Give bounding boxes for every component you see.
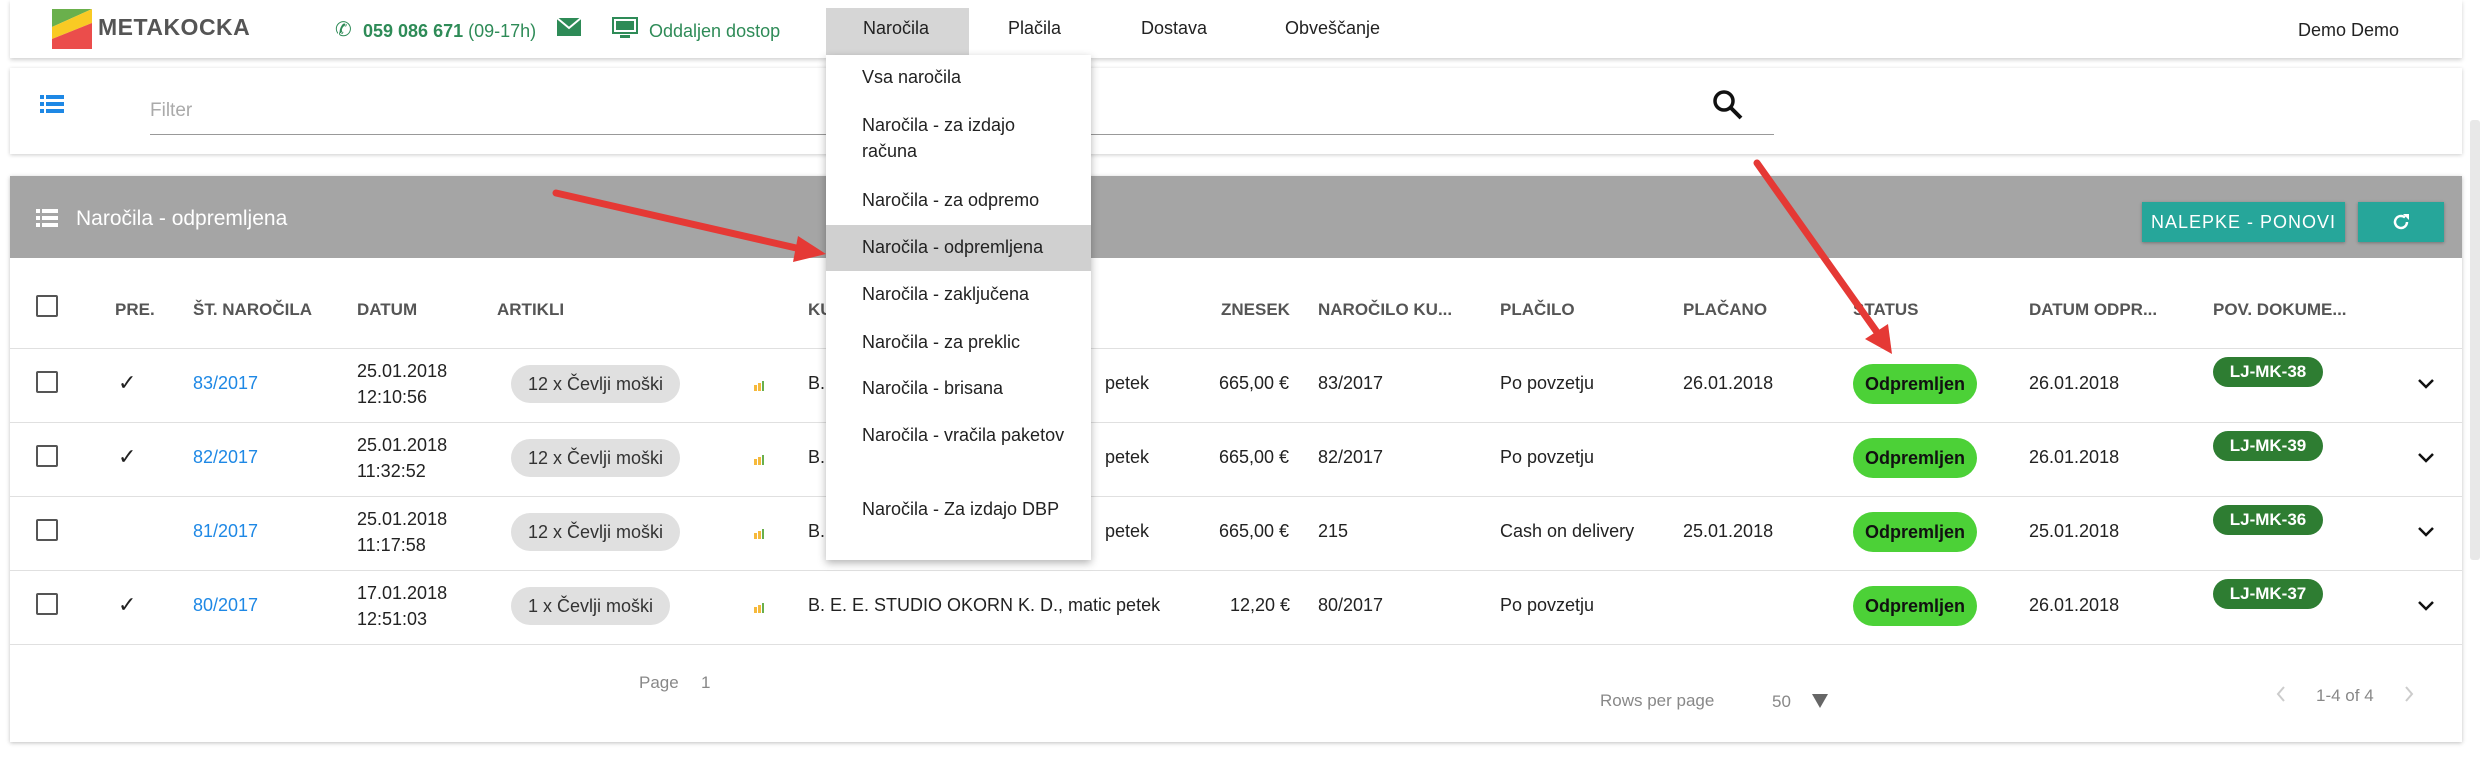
annotation-arrows — [552, 159, 1892, 354]
annotation-arrow — [1753, 159, 1892, 354]
annotation-arrow — [552, 189, 826, 262]
